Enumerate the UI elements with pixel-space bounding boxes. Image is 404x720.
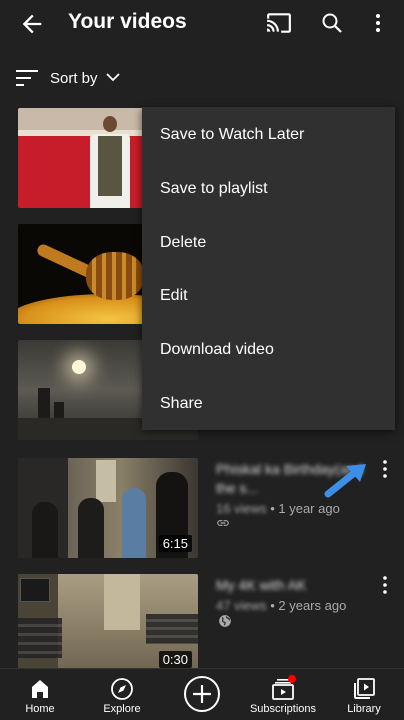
nav-item-create[interactable] (157, 669, 247, 720)
menu-item-edit[interactable]: Edit (160, 287, 188, 305)
link-icon (217, 520, 229, 526)
video-info[interactable]: My 4K with AK 47 views • 2 years ago (216, 576, 376, 613)
globe-icon (219, 615, 231, 627)
compass-icon (111, 678, 133, 700)
more-vert-icon[interactable] (378, 458, 392, 480)
bottom-navigation: Home Explore Subscriptions Library (0, 668, 404, 720)
notification-dot-icon (288, 675, 296, 683)
menu-item-delete[interactable]: Delete (160, 234, 206, 252)
sort-icon (16, 70, 38, 86)
nav-label: Subscriptions (249, 703, 317, 715)
library-icon (354, 678, 375, 699)
search-icon[interactable] (320, 11, 344, 35)
video-thumbnail[interactable]: 0:30 (18, 574, 198, 674)
home-icon (32, 680, 48, 698)
nav-label: Home (25, 703, 55, 715)
menu-item-save-watch-later[interactable]: Save to Watch Later (160, 126, 304, 144)
menu-item-download-video[interactable]: Download video (160, 341, 274, 359)
sort-label: Sort by (50, 70, 98, 87)
nav-item-subscriptions[interactable]: Subscriptions (238, 669, 328, 720)
menu-item-save-to-playlist[interactable]: Save to playlist (160, 180, 268, 198)
nav-item-explore[interactable]: Explore (77, 669, 167, 720)
video-meta: 16 views • 1 year ago (216, 501, 376, 516)
nav-label: Library (347, 703, 381, 715)
nav-label: Explore (103, 703, 141, 715)
nav-item-home[interactable]: Home (0, 669, 85, 720)
video-views: 47 views (216, 598, 267, 613)
video-age: 1 year ago (278, 501, 340, 516)
pointer-arrow-icon (324, 464, 366, 498)
video-age: 2 years ago (278, 598, 347, 613)
video-meta: 47 views • 2 years ago (216, 598, 376, 613)
video-thumbnail[interactable]: 6:15 (18, 458, 198, 558)
create-plus-icon (184, 676, 220, 712)
sort-bar[interactable]: Sort by (0, 60, 404, 98)
back-arrow-icon[interactable] (18, 10, 46, 38)
cast-icon[interactable] (266, 12, 292, 34)
chevron-down-icon (106, 73, 120, 82)
page-title: Your videos (68, 10, 187, 33)
more-vert-icon[interactable] (378, 574, 392, 596)
context-menu: Save to Watch Later Save to playlist Del… (142, 107, 395, 430)
video-views: 16 views (216, 501, 267, 516)
more-vert-icon[interactable] (370, 11, 386, 35)
top-app-bar: Your videos (0, 0, 404, 48)
menu-item-share[interactable]: Share (160, 395, 203, 413)
video-title: My 4K with AK (216, 577, 307, 593)
nav-item-library[interactable]: Library (319, 669, 404, 720)
video-duration: 0:30 (158, 651, 192, 668)
video-duration: 6:15 (158, 535, 192, 552)
